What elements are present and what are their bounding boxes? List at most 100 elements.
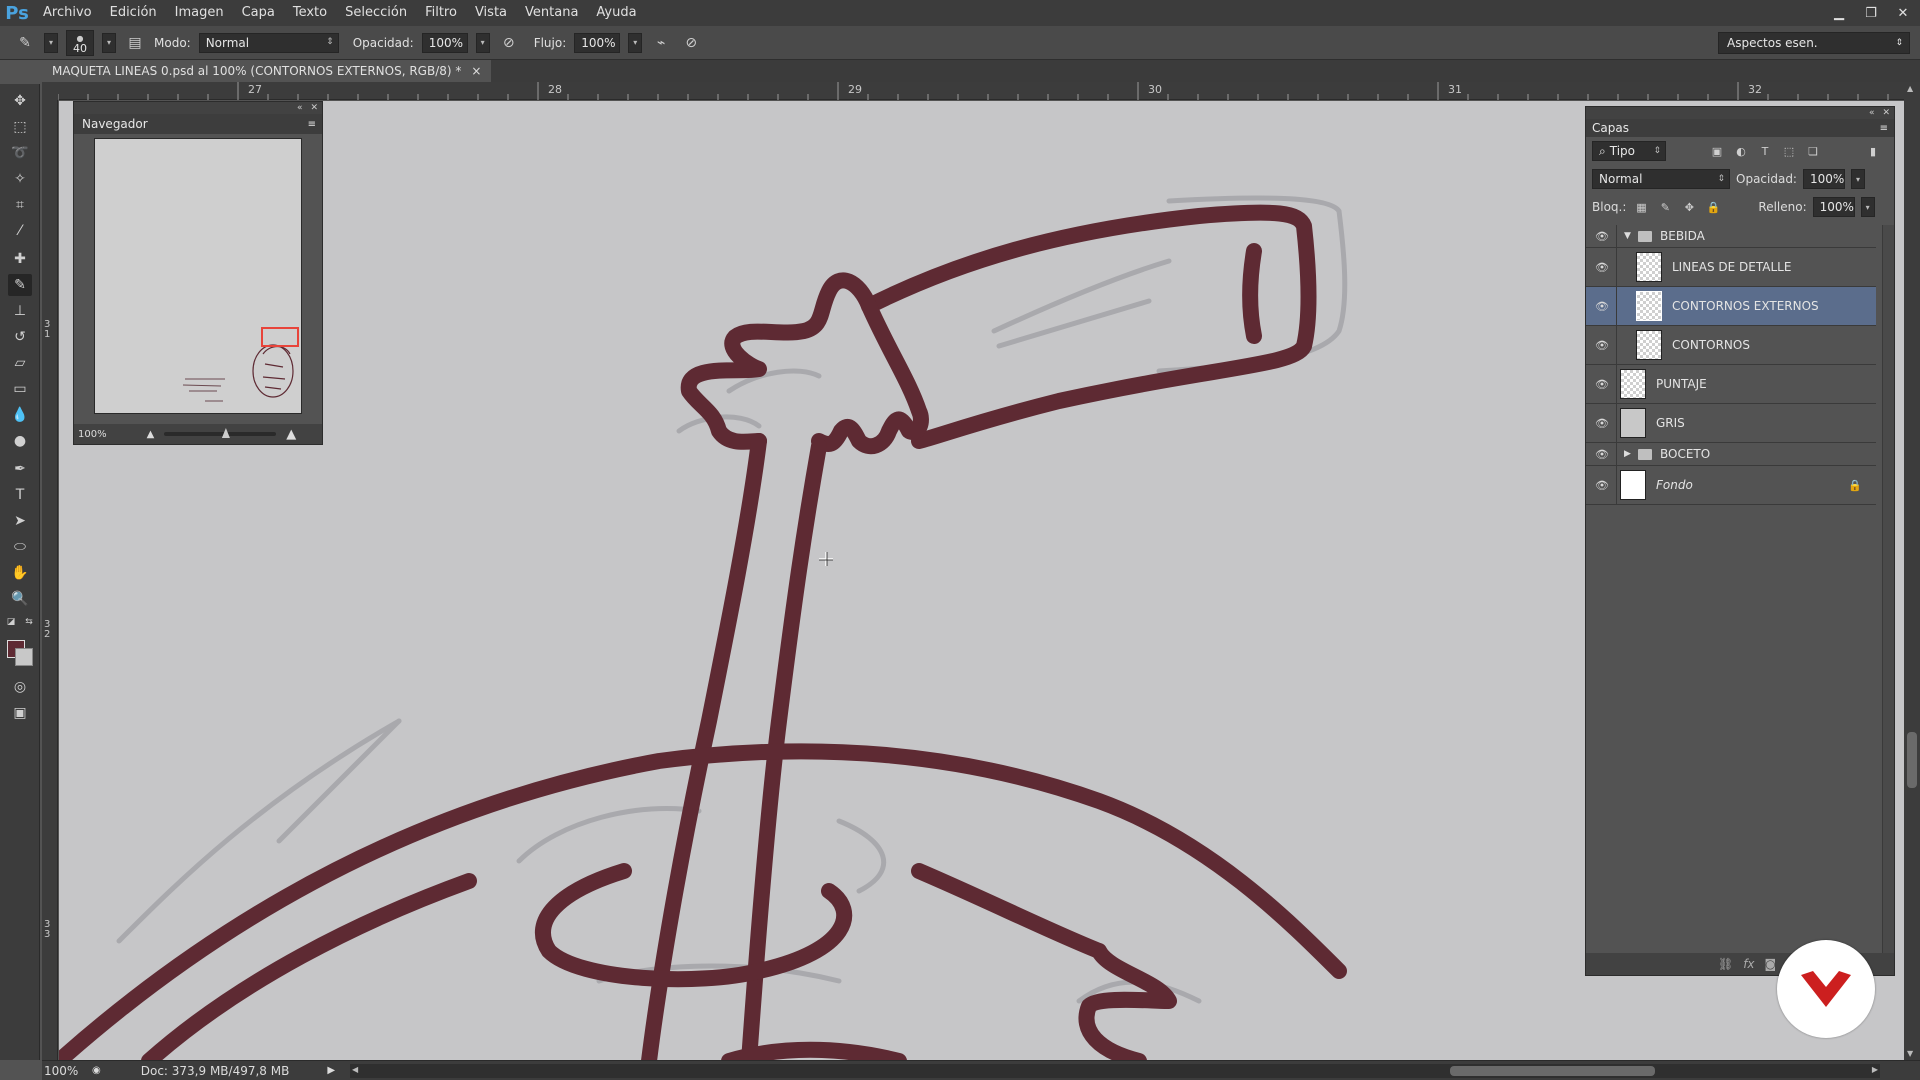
minimize-icon[interactable]: ▁ — [1830, 4, 1848, 22]
history-brush-tool-icon[interactable]: ↺ — [8, 326, 32, 348]
navigator-header[interactable]: Navegador ≡ — [74, 114, 322, 134]
chevron-down-icon[interactable]: ▼ — [1624, 231, 1631, 241]
restore-icon[interactable]: ❐ — [1862, 4, 1880, 22]
menu-ayuda[interactable]: Ayuda — [587, 0, 645, 26]
brush-tool-preset-icon[interactable]: ✎ — [14, 32, 36, 54]
layers-scrollbar[interactable] — [1882, 225, 1894, 957]
mode-select[interactable]: Normal ⇕ — [198, 32, 339, 53]
brush-panel-toggle-icon[interactable]: ▤ — [124, 32, 146, 54]
type-tool-icon[interactable]: T — [8, 484, 32, 506]
status-zoom-value[interactable]: 100% — [42, 1064, 86, 1078]
close-icon[interactable]: ✕ — [310, 102, 318, 114]
link-icon[interactable]: ⛓ — [1718, 957, 1733, 971]
filter-smart-object-icon[interactable]: ❏ — [1804, 142, 1822, 160]
move-tool-icon[interactable]: ✥ — [8, 90, 32, 112]
marquee-tool-icon[interactable]: ⬚ — [8, 116, 32, 138]
collapse-icon[interactable]: « — [1869, 107, 1875, 119]
eye-icon[interactable]: 👁 — [1594, 259, 1610, 275]
pen-tool-icon[interactable]: ✒ — [8, 458, 32, 480]
eraser-tool-icon[interactable]: ▱ — [8, 352, 32, 374]
eye-icon[interactable]: 👁 — [1594, 415, 1610, 431]
ellipse-tool-icon[interactable]: ⬭ — [8, 536, 32, 558]
background-color-swatch[interactable] — [15, 648, 33, 666]
scrollbar-thumb[interactable] — [1907, 732, 1917, 788]
fill-dropdown[interactable]: ▾ — [1860, 197, 1875, 217]
tool-preset-dropdown[interactable]: ▾ — [44, 32, 58, 53]
fx-icon[interactable]: fx — [1743, 957, 1754, 971]
pressure-size-icon[interactable]: ⊘ — [680, 32, 702, 54]
close-icon[interactable]: ✕ — [1894, 4, 1912, 22]
lock-all-icon[interactable]: 🔒 — [1704, 198, 1722, 216]
lock-transparent-icon[interactable]: ▦ — [1632, 198, 1650, 216]
hand-tool-icon[interactable]: ✋ — [8, 562, 32, 584]
close-icon[interactable]: ✕ — [1882, 107, 1890, 119]
vertical-ruler[interactable]: 31 32 33 — [42, 100, 58, 1060]
layer-group-bebida[interactable]: 👁 ▼ BEBIDA — [1586, 225, 1876, 248]
filter-type-icon[interactable]: T — [1756, 142, 1774, 160]
eyedropper-tool-icon[interactable]: ⁄ — [8, 220, 32, 242]
default-colors-icon[interactable]: ◪ — [4, 616, 18, 628]
opacity-input[interactable]: 100% — [421, 32, 468, 53]
panel-menu-icon[interactable]: ≡ — [308, 119, 316, 130]
menu-seleccion[interactable]: Selección — [336, 0, 416, 26]
fill-input[interactable]: 100% — [1812, 197, 1855, 217]
menu-archivo[interactable]: Archivo — [34, 0, 101, 26]
brush-size-picker[interactable]: ● 40 — [66, 29, 94, 56]
layer-contornos-externos[interactable]: 👁 CONTORNOS EXTERNOS — [1586, 287, 1876, 326]
magic-wand-tool-icon[interactable]: ✧ — [8, 168, 32, 190]
navigator-zoom-value[interactable]: 100% — [78, 429, 107, 440]
canvas-horizontal-scrollbar[interactable]: ◀ ▶ — [350, 1064, 1880, 1078]
opacity-dropdown[interactable]: ▾ — [475, 32, 490, 53]
dodge-tool-icon[interactable]: ● — [8, 430, 32, 452]
scroll-right-icon[interactable]: ▶ — [1872, 1065, 1878, 1074]
brush-size-dropdown[interactable]: ▾ — [102, 32, 116, 53]
pressure-opacity-icon[interactable]: ⊘ — [498, 32, 520, 54]
layer-opacity-dropdown[interactable]: ▾ — [1850, 169, 1865, 189]
eye-icon[interactable]: 👁 — [1594, 298, 1610, 314]
navigator-view-box[interactable] — [261, 327, 299, 347]
collapse-icon[interactable]: « — [297, 102, 303, 114]
filter-toggle-icon[interactable]: ▮ — [1864, 142, 1882, 160]
zoom-in-icon[interactable]: ▲ — [286, 427, 296, 442]
eye-icon[interactable]: 👁 — [1594, 446, 1610, 462]
filter-shape-icon[interactable]: ⬚ — [1780, 142, 1798, 160]
panel-menu-icon[interactable]: ≡ — [1880, 123, 1888, 134]
workspace-select[interactable]: Aspectos esen. ⇕ — [1718, 32, 1910, 54]
eye-icon[interactable]: 👁 — [1594, 337, 1610, 353]
brush-tool-icon[interactable]: ✎ — [8, 274, 32, 296]
filter-adjustment-icon[interactable]: ◐ — [1732, 142, 1750, 160]
lock-position-icon[interactable]: ✥ — [1680, 198, 1698, 216]
layers-header[interactable]: Capas ≡ — [1586, 119, 1894, 137]
airbrush-icon[interactable]: ⌁ — [650, 32, 672, 54]
menu-capa[interactable]: Capa — [233, 0, 284, 26]
canvas-vertical-scrollbar[interactable]: ▲ ▼ — [1904, 82, 1920, 1060]
scroll-down-icon[interactable]: ▼ — [1907, 1049, 1913, 1058]
blur-tool-icon[interactable]: 💧 — [8, 404, 32, 426]
status-info-icon[interactable]: ◉ — [92, 1065, 101, 1076]
lasso-tool-icon[interactable]: ➰ — [8, 142, 32, 164]
scrollbar-thumb[interactable] — [1450, 1066, 1655, 1076]
close-icon[interactable]: × — [471, 60, 481, 82]
quick-mask-icon[interactable]: ◎ — [8, 676, 32, 698]
scroll-left-icon[interactable]: ◀ — [352, 1065, 358, 1074]
filter-kind-select[interactable]: ⌕ Tipo ⇕ — [1592, 141, 1666, 161]
layer-opacity-input[interactable]: 100% — [1802, 169, 1845, 189]
menu-texto[interactable]: Texto — [284, 0, 336, 26]
ruler-origin[interactable] — [42, 82, 58, 100]
lock-pixels-icon[interactable]: ✎ — [1656, 198, 1674, 216]
menu-ventana[interactable]: Ventana — [516, 0, 587, 26]
healing-brush-tool-icon[interactable]: ✚ — [8, 248, 32, 270]
menu-filtro[interactable]: Filtro — [416, 0, 466, 26]
layer-lineas-de-detalle[interactable]: 👁 LINEAS DE DETALLE — [1586, 248, 1876, 287]
scroll-up-icon[interactable]: ▲ — [1907, 84, 1913, 93]
menu-vista[interactable]: Vista — [466, 0, 516, 26]
layer-group-boceto[interactable]: 👁 ▶ BOCETO — [1586, 443, 1876, 466]
clone-stamp-tool-icon[interactable]: ⊥ — [8, 300, 32, 322]
navigator-preview[interactable] — [94, 138, 302, 414]
layer-contornos[interactable]: 👁 CONTORNOS — [1586, 326, 1876, 365]
slider-knob[interactable] — [221, 428, 230, 438]
crop-tool-icon[interactable]: ⌗ — [8, 194, 32, 216]
layer-puntaje[interactable]: 👁 PUNTAJE — [1586, 365, 1876, 404]
eye-icon[interactable]: 👁 — [1594, 477, 1610, 493]
menu-imagen[interactable]: Imagen — [166, 0, 233, 26]
